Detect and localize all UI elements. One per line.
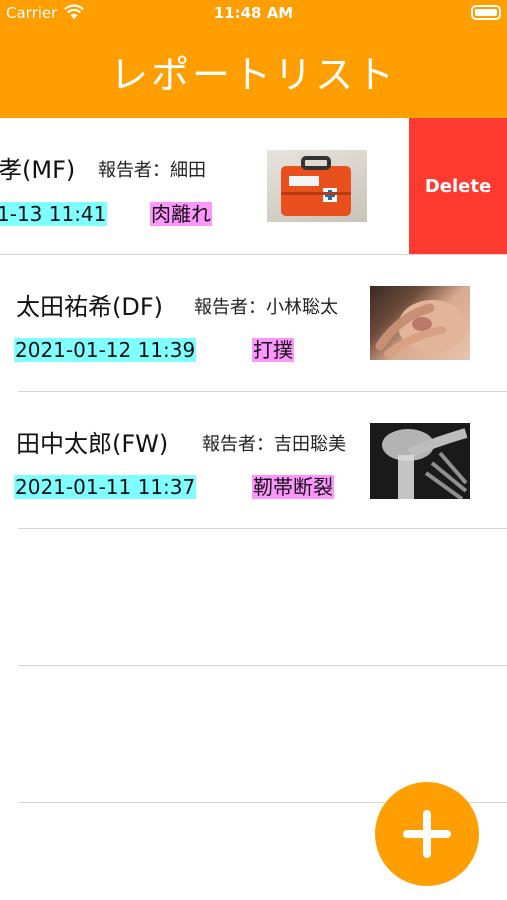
list-item[interactable]: 太田祐希(DF) 報告者：小林聡太 2021-01-12 11:39 打撲 xyxy=(0,255,507,391)
status-time: 11:48 AM xyxy=(213,4,294,22)
add-report-button[interactable] xyxy=(375,782,479,886)
reporter-label: 報告者：小林聡太 xyxy=(194,297,338,318)
reporter-label: 報告者：吉田聡美 xyxy=(202,434,346,455)
delete-button[interactable]: Delete xyxy=(409,118,507,254)
player-name: 孝(MF) xyxy=(0,156,76,184)
list-item[interactable]: 孝(MF) 報告者：細田 1-13 11:41 肉離れ xyxy=(0,118,409,254)
injury-tag: 靭帯断裂 xyxy=(252,475,334,499)
injury-tag: 打撲 xyxy=(252,338,294,362)
page-title: レポートリスト xyxy=(109,53,397,97)
navigation-bar: Carrier 11:48 AM レポートリスト xyxy=(0,0,507,118)
report-date: 2021-01-12 11:39 xyxy=(14,338,197,362)
player-name: 田中太郎(FW) xyxy=(16,430,169,458)
first-aid-kit-image xyxy=(267,150,367,222)
bruised-hand-image xyxy=(370,286,470,360)
reporter-label: 報告者：細田 xyxy=(98,160,206,181)
list-item[interactable]: 田中太郎(FW) 報告者：吉田聡美 2021-01-11 11:37 靭帯断裂 xyxy=(0,392,507,528)
report-date: 2021-01-11 11:37 xyxy=(14,475,197,499)
report-date: 1-13 11:41 xyxy=(0,202,108,226)
status-bar: Carrier 11:48 AM xyxy=(0,0,507,26)
row-separator xyxy=(18,665,507,666)
player-name: 太田祐希(DF) xyxy=(16,293,164,321)
injury-tag: 肉離れ xyxy=(150,202,212,226)
shoulder-xray-image xyxy=(370,423,470,499)
row-separator xyxy=(18,528,507,529)
battery-icon xyxy=(471,5,501,20)
